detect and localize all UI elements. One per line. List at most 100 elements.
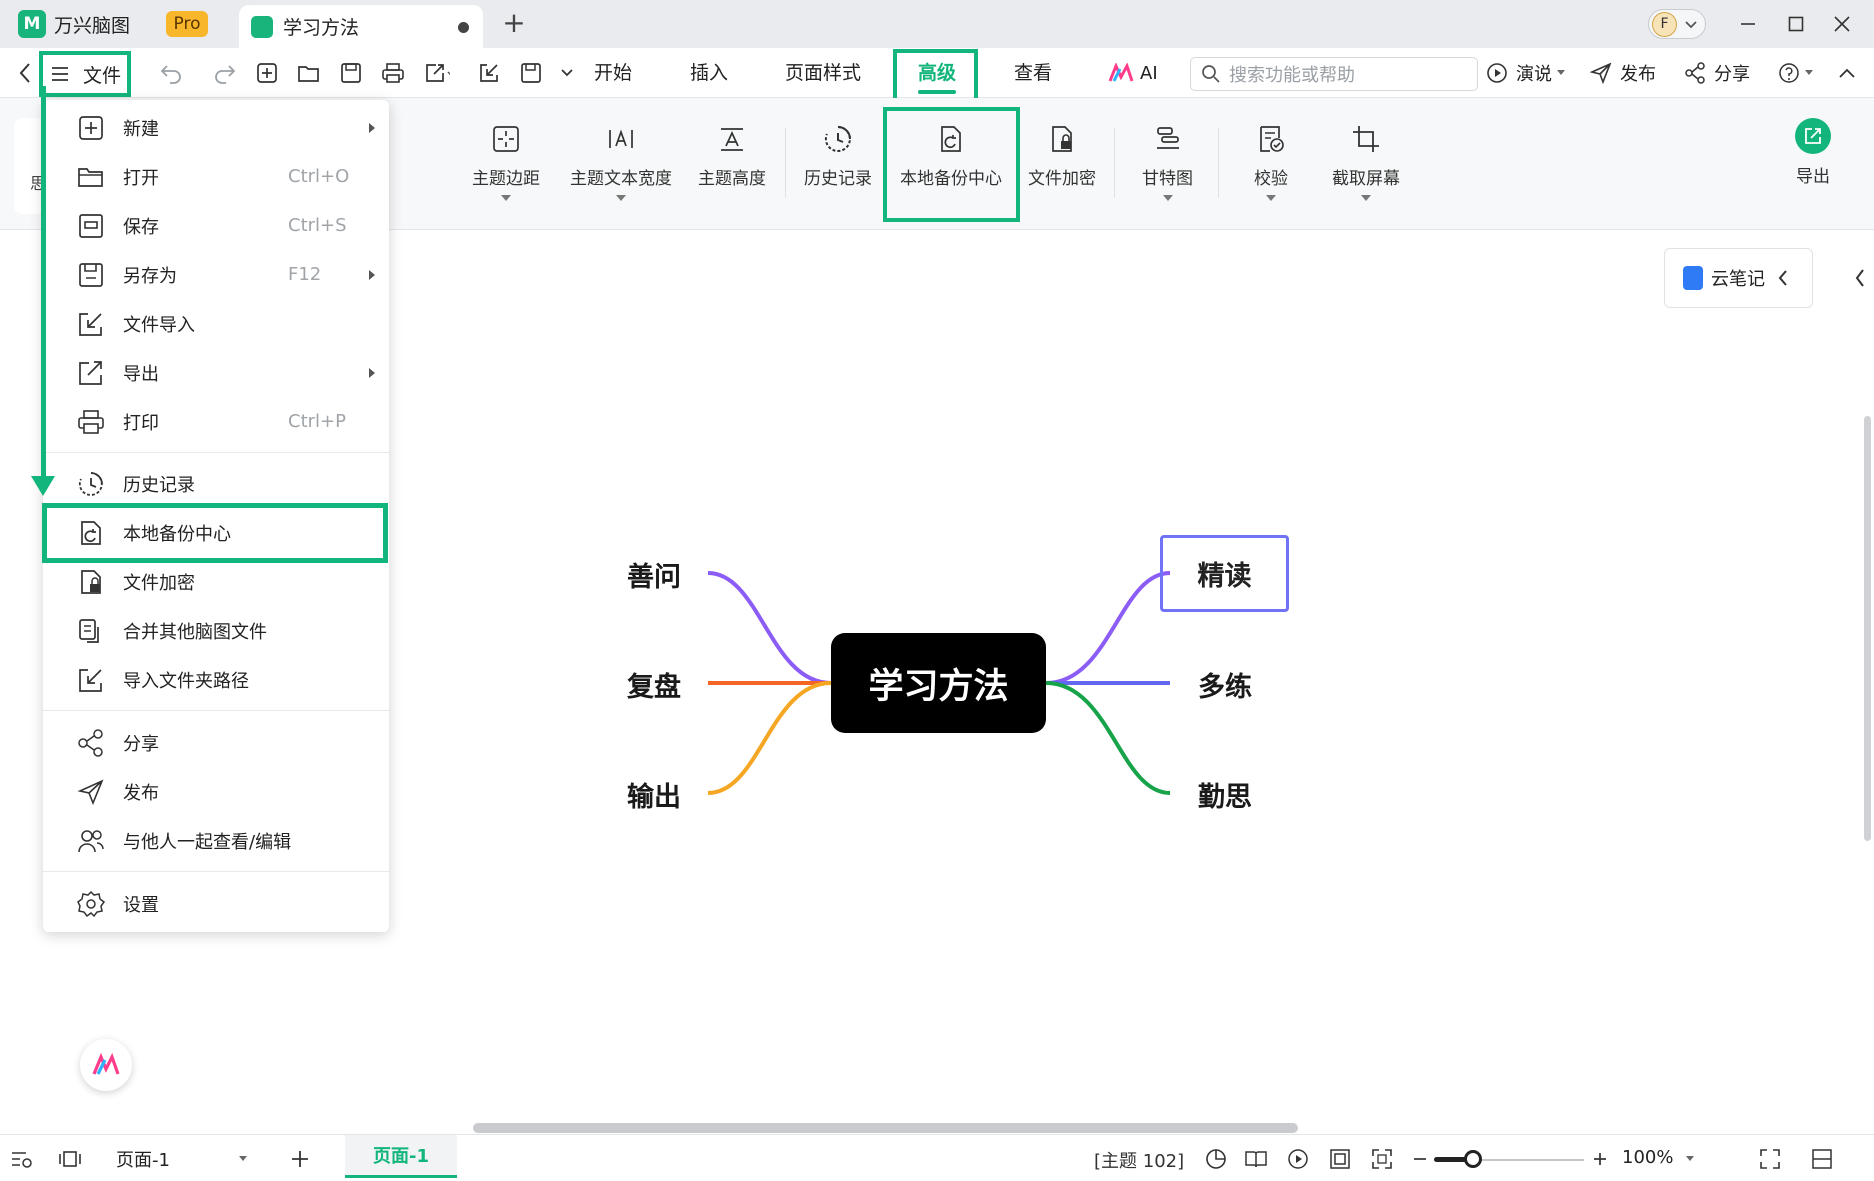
menu-item-label: 文件加密 xyxy=(123,572,195,594)
theme-button[interactable] xyxy=(1204,1147,1228,1171)
present-label: 演说 xyxy=(1516,64,1552,85)
file-menu-button[interactable]: 文件 xyxy=(39,51,131,97)
ai-assistant-button[interactable] xyxy=(80,1039,132,1091)
help-button[interactable] xyxy=(1778,48,1814,98)
menu-item-encrypt[interactable]: 文件加密 xyxy=(43,557,389,606)
print-button[interactable] xyxy=(380,60,406,86)
user-avatar-button[interactable]: F xyxy=(1648,9,1706,39)
vertical-scrollbar[interactable] xyxy=(1864,416,1871,841)
close-window-button[interactable] xyxy=(1822,6,1862,42)
tab-page-style[interactable]: 页面样式 xyxy=(785,48,861,98)
horizontal-scrollbar[interactable] xyxy=(473,1123,1298,1133)
export-dropdown-button[interactable] xyxy=(424,60,450,86)
menu-item-open[interactable]: 打开 Ctrl+O xyxy=(43,152,389,201)
verify-button[interactable]: 校验 xyxy=(1254,122,1288,201)
menu-item-label: 新建 xyxy=(123,118,159,140)
plus-square-icon xyxy=(257,63,277,83)
tab-start[interactable]: 开始 xyxy=(594,48,632,98)
more-quick-actions-button[interactable] xyxy=(554,60,580,86)
publish-button[interactable]: 发布 xyxy=(1590,48,1656,98)
slides-icon xyxy=(59,1151,81,1167)
tab-insert[interactable]: 插入 xyxy=(690,48,728,98)
page-tab[interactable]: 页面-1 xyxy=(345,1135,457,1178)
zoom-level-select[interactable]: 100% xyxy=(1622,1147,1695,1168)
ai-button[interactable]: AI xyxy=(1108,48,1158,98)
topic-margin-button[interactable]: 主题边距 xyxy=(472,122,540,201)
menu-item-settings[interactable]: 设置 xyxy=(43,879,389,928)
fit-window-button[interactable] xyxy=(1370,1147,1394,1171)
zoom-in-button[interactable] xyxy=(1588,1147,1612,1171)
menu-item-save[interactable]: 保存 Ctrl+S xyxy=(43,201,389,250)
save-as-button[interactable] xyxy=(518,60,544,86)
fit-page-button[interactable] xyxy=(1328,1147,1352,1171)
cloud-note-button[interactable]: 云笔记 xyxy=(1664,248,1813,308)
fullscreen-icon xyxy=(1760,1149,1780,1169)
app-home-tab[interactable]: M 万兴脑图 xyxy=(18,0,130,48)
export-button[interactable]: 导出 xyxy=(1795,118,1831,187)
screen-capture-button[interactable]: 截取屏幕 xyxy=(1332,122,1400,201)
save-icon xyxy=(341,63,361,83)
menu-item-import[interactable]: 文件导入 xyxy=(43,299,389,348)
menu-item-export[interactable]: 导出 xyxy=(43,348,389,397)
topic-left-1[interactable]: 善问 xyxy=(627,555,681,594)
topic-left-3[interactable]: 输出 xyxy=(627,775,681,814)
outline-button[interactable] xyxy=(10,1147,34,1171)
gantt-button[interactable]: 甘特图 xyxy=(1142,122,1193,201)
text-width-icon xyxy=(609,129,633,148)
minimize-button[interactable] xyxy=(1728,6,1768,42)
page-select[interactable]: 页面-1 xyxy=(104,1142,254,1176)
menu-item-import-folder[interactable]: 导入文件夹路径 xyxy=(43,655,389,704)
topic-right-2[interactable]: 多练 xyxy=(1198,665,1252,704)
import-icon xyxy=(480,64,498,82)
present-button[interactable]: 演说 xyxy=(1486,48,1566,98)
text-width-button[interactable]: 主题文本宽度 xyxy=(570,122,672,201)
fullscreen-button[interactable] xyxy=(1758,1147,1782,1171)
central-topic[interactable]: 学习方法 xyxy=(831,633,1046,733)
caret-down-icon xyxy=(1805,70,1813,75)
menu-item-share[interactable]: 分享 xyxy=(43,718,389,767)
menu-item-publish[interactable]: 发布 xyxy=(43,767,389,816)
new-tab-button[interactable]: + xyxy=(500,9,528,39)
panel-toggle-button[interactable] xyxy=(1810,1147,1834,1171)
unsaved-indicator[interactable] xyxy=(458,22,469,33)
menu-item-history[interactable]: 历史记录 xyxy=(43,459,389,508)
page-panel-button[interactable] xyxy=(58,1147,82,1171)
topic-left-2[interactable]: 复盘 xyxy=(627,665,681,704)
back-button[interactable] xyxy=(12,60,38,86)
topic-height-button[interactable]: 主题高度 xyxy=(698,122,766,189)
import-button[interactable] xyxy=(476,60,502,86)
document-tab[interactable]: 学习方法 xyxy=(239,5,483,48)
slideshow-button[interactable] xyxy=(1286,1147,1310,1171)
topic-right-3[interactable]: 勤思 xyxy=(1198,775,1252,814)
new-file-button[interactable] xyxy=(254,60,280,86)
maximize-icon xyxy=(1788,16,1804,32)
save-button[interactable] xyxy=(338,60,364,86)
menu-item-merge[interactable]: 合并其他脑图文件 xyxy=(43,606,389,655)
menu-item-shortcut: Ctrl+S xyxy=(288,215,347,236)
topic-height-label: 主题高度 xyxy=(698,169,766,189)
share-button[interactable]: 分享 xyxy=(1684,48,1750,98)
zoom-out-button[interactable] xyxy=(1408,1147,1432,1171)
book-view-button[interactable] xyxy=(1244,1147,1268,1171)
pro-badge[interactable]: Pro xyxy=(166,11,208,37)
maximize-button[interactable] xyxy=(1776,6,1816,42)
redo-button[interactable] xyxy=(212,60,238,86)
menu-item-print[interactable]: 打印 Ctrl+P xyxy=(43,397,389,446)
zoom-slider-handle[interactable] xyxy=(1464,1150,1482,1168)
share-icon xyxy=(1685,62,1705,84)
side-panel-toggle[interactable] xyxy=(1846,248,1874,308)
add-page-button[interactable] xyxy=(288,1147,312,1171)
tab-view[interactable]: 查看 xyxy=(1014,48,1052,98)
history-button[interactable]: 历史记录 xyxy=(804,122,872,189)
ribbon-left-card[interactable]: 思 xyxy=(14,118,44,214)
menu-item-new[interactable]: 新建 xyxy=(43,103,389,152)
collapse-ribbon-button[interactable] xyxy=(1838,48,1856,98)
menu-item-collaborate[interactable]: 与他人一起查看/编辑 xyxy=(43,816,389,865)
file-encrypt-button[interactable]: 文件加密 xyxy=(1028,122,1096,189)
open-file-button[interactable] xyxy=(296,60,322,86)
menu-item-save-as[interactable]: 另存为 F12 xyxy=(43,250,389,299)
screen-capture-label: 截取屏幕 xyxy=(1332,169,1400,189)
topic-right-1-selected[interactable]: 精读 xyxy=(1160,535,1289,612)
search-input[interactable]: 搜索功能或帮助 xyxy=(1190,57,1478,91)
undo-button[interactable] xyxy=(158,60,184,86)
